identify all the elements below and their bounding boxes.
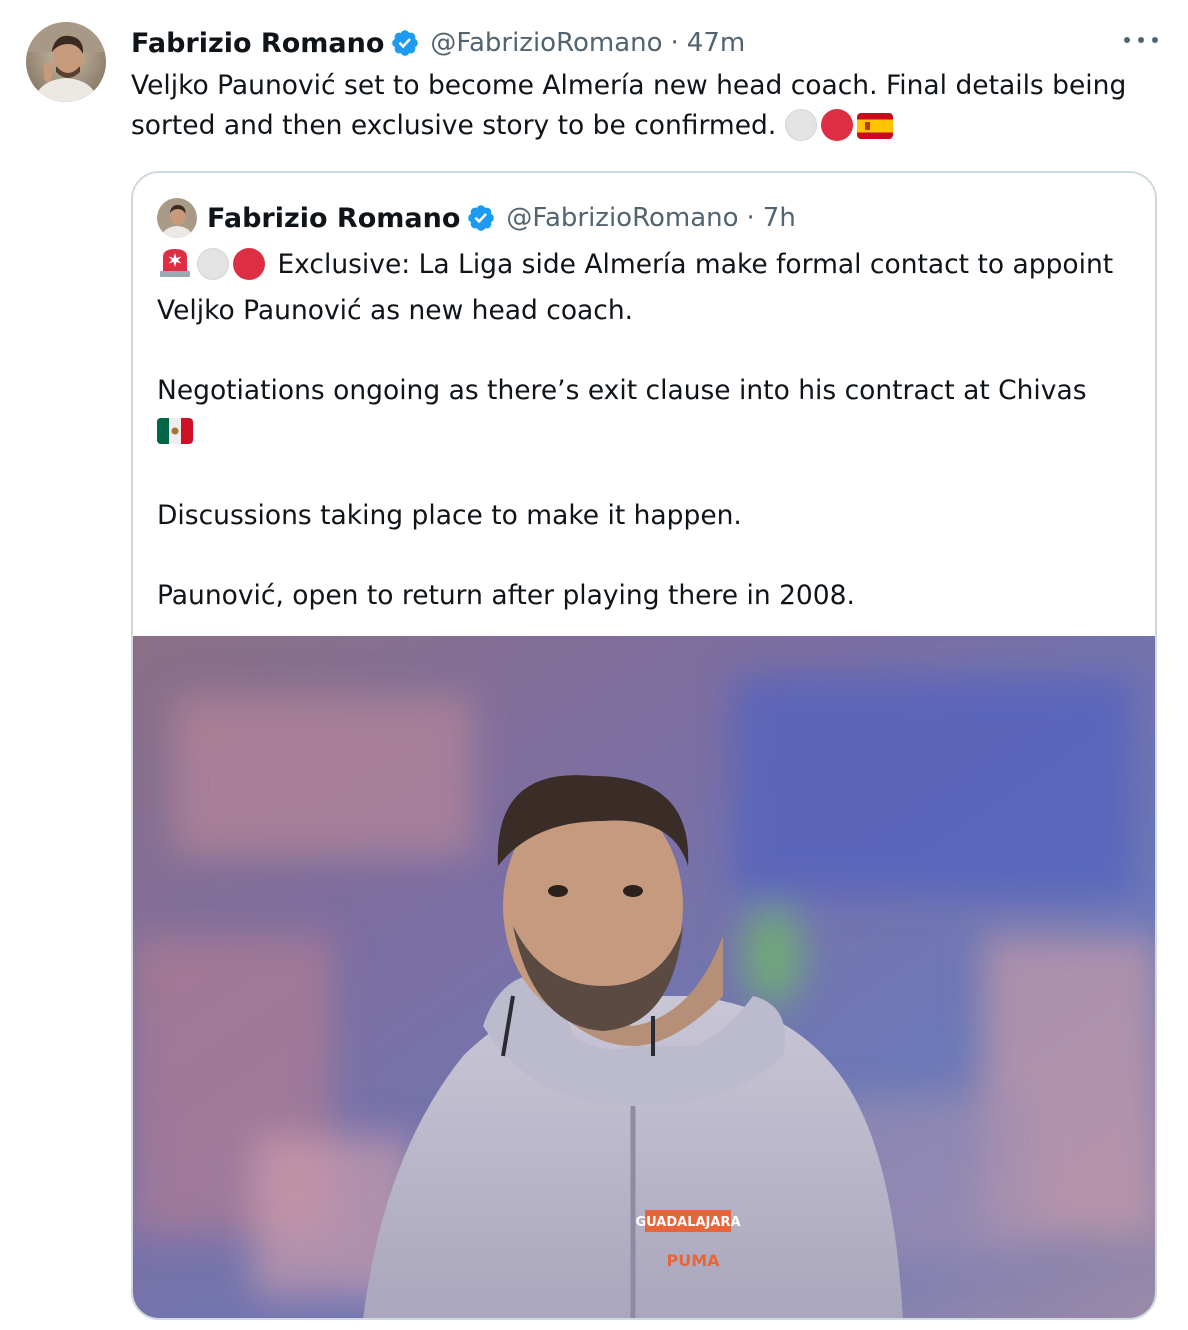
quoted-paragraph-3: Discussions taking place to make it happ…	[157, 500, 742, 531]
quoted-paragraph-4: Paunović, open to return after playing t…	[157, 580, 855, 611]
tweet-timestamp[interactable]: 47m	[687, 28, 745, 58]
author-handle[interactable]: @FabrizioRomano	[430, 28, 662, 58]
more-options-icon[interactable]	[1124, 28, 1158, 52]
quoted-author-avatar	[157, 198, 197, 238]
white-circle-emoji-icon	[784, 109, 817, 141]
quoted-white-circle-emoji-icon	[197, 248, 229, 280]
quoted-timestamp: 7h	[762, 203, 796, 233]
verified-badge-icon	[390, 28, 420, 58]
quoted-verified-badge-icon	[466, 203, 496, 233]
quoted-author-name: Fabrizio Romano	[207, 202, 461, 234]
red-circle-emoji-icon	[820, 109, 853, 141]
jacket-brand-text: PUMA	[666, 1251, 720, 1270]
quoted-paragraph-1: Exclusive: La Liga side Almería make for…	[157, 249, 1114, 326]
quoted-separator-dot: ·	[746, 203, 755, 233]
tweet: Fabrizio Romano @FabrizioRomano · 47m Ve…	[0, 0, 1188, 1330]
quoted-tweet-text: Exclusive: La Liga side Almería make for…	[157, 245, 1137, 616]
quoted-red-circle-emoji-icon	[233, 248, 265, 280]
author-avatar[interactable]	[26, 22, 106, 102]
quoted-tweet-header: Fabrizio Romano @FabrizioRomano · 7h	[157, 197, 796, 239]
tweet-body: Veljko Paunović set to become Almería ne…	[131, 70, 1127, 141]
quoted-author-handle: @FabrizioRomano	[506, 203, 739, 233]
tweet-header: Fabrizio Romano @FabrizioRomano · 47m	[131, 22, 745, 64]
mexico-flag-emoji-icon	[157, 416, 193, 456]
quoted-tweet-photo[interactable]: GUADALAJARA PUMA	[133, 636, 1155, 1318]
quoted-paragraph-2: Negotiations ongoing as there’s exit cla…	[157, 375, 1087, 406]
siren-emoji-icon	[157, 245, 193, 291]
quoted-tweet-card[interactable]: Fabrizio Romano @FabrizioRomano · 7h Exc…	[131, 171, 1157, 1320]
author-name[interactable]: Fabrizio Romano	[131, 28, 384, 59]
separator-dot: ·	[670, 28, 679, 58]
spain-flag-emoji-icon	[856, 111, 893, 151]
jacket-logo-text: GUADALAJARA	[635, 1215, 740, 1230]
tweet-text: Veljko Paunović set to become Almería ne…	[131, 66, 1171, 151]
